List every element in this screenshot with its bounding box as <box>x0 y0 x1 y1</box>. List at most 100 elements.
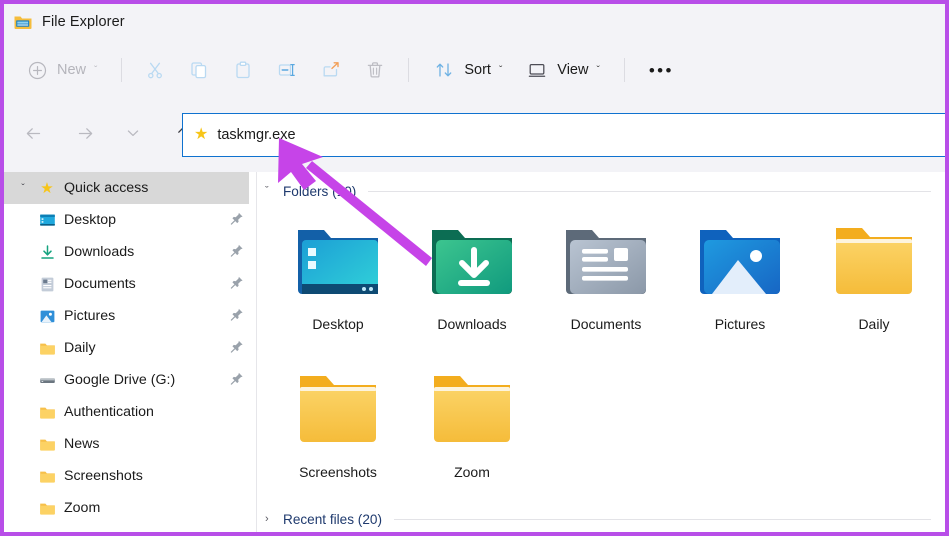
trash-icon <box>364 59 386 81</box>
scissors-icon <box>144 59 166 81</box>
yellow-folder-icon <box>424 366 520 450</box>
cut-button[interactable] <box>144 53 166 87</box>
star-icon: ★ <box>34 181 60 196</box>
sidebar-item-label: Daily <box>64 340 96 356</box>
folder-item-label: Downloads <box>437 316 506 332</box>
folder-grid: Desktop Downloads DocumentsPictures Daily Sc… <box>257 204 945 504</box>
sidebar-item-quick-access[interactable]: ˇ ★ Quick access <box>4 172 249 204</box>
folder-icon <box>34 404 60 421</box>
folder-item[interactable]: Daily <box>807 208 941 356</box>
chevron-down-icon: ˇ <box>94 65 97 76</box>
view-button-label: View <box>557 62 588 78</box>
desktop-folder-icon <box>34 212 60 229</box>
copy-icon <box>188 59 210 81</box>
sidebar-item-label: Desktop <box>64 212 116 228</box>
sidebar-item-label: Pictures <box>64 308 115 324</box>
toolbar-separator-1 <box>121 58 122 82</box>
pushpin-icon[interactable] <box>230 308 244 325</box>
pushpin-icon[interactable] <box>230 244 244 261</box>
rename-button[interactable] <box>276 53 298 87</box>
folder-icon <box>34 436 60 453</box>
sidebar-item-news[interactable]: News <box>4 428 256 460</box>
pushpin-icon[interactable] <box>230 340 244 357</box>
recent-files-group-label: Recent files (20) <box>283 512 382 527</box>
sidebar-item-daily[interactable]: Daily <box>4 332 256 364</box>
copy-button[interactable] <box>188 53 210 87</box>
sort-button-label: Sort <box>464 62 491 78</box>
address-bar[interactable]: ★ taskmgr.exe <box>182 113 945 157</box>
delete-button[interactable] <box>364 53 386 87</box>
desktop-folder-icon <box>290 218 386 302</box>
navigation-pane: ˇ ★ Quick access Desktop Downloads Documen… <box>4 172 256 532</box>
folder-item[interactable]: Zoom <box>405 356 539 504</box>
folder-item[interactable]: Downloads <box>405 208 539 356</box>
sidebar-item-zoom[interactable]: Zoom <box>4 492 256 524</box>
pictures-folder-icon <box>692 218 788 302</box>
title-bar: File Explorer <box>4 4 945 40</box>
download-arrow-icon <box>34 244 60 261</box>
monitor-icon <box>526 59 548 81</box>
paste-icon <box>232 59 254 81</box>
sidebar-item-label: News <box>64 436 99 452</box>
new-button[interactable]: New ˇ <box>26 53 97 87</box>
chevron-down-icon: ˇ <box>265 185 281 197</box>
sidebar-item-label: Quick access <box>64 180 148 196</box>
sidebar-item-authentication[interactable]: Authentication <box>4 396 256 428</box>
folder-item[interactable]: Screenshots <box>271 356 405 504</box>
forward-button[interactable] <box>68 116 102 150</box>
paste-button[interactable] <box>232 53 254 87</box>
folders-group-header[interactable]: ˇ Folders (10) <box>257 178 945 204</box>
back-button[interactable] <box>16 116 50 150</box>
pushpin-icon[interactable] <box>230 276 244 293</box>
sidebar-item-label: Documents <box>64 276 136 292</box>
plus-circle-icon <box>26 59 48 81</box>
folder-item-label: Zoom <box>454 464 490 480</box>
sidebar-item-label: Zoom <box>64 500 100 516</box>
rename-icon <box>276 59 298 81</box>
content-pane: ˇ Folders (10) Desktop Downloads Documents… <box>257 172 945 532</box>
documents-icon <box>34 276 60 293</box>
share-button[interactable] <box>320 53 342 87</box>
toolbar-separator-2 <box>408 58 409 82</box>
chevron-down-icon: ˇ <box>596 65 599 76</box>
pushpin-icon[interactable] <box>230 212 244 229</box>
chevron-down-icon: ˇ <box>499 65 502 76</box>
screenshot-frame: File Explorer New ˇ <box>0 0 949 536</box>
downloads-folder-icon <box>424 218 520 302</box>
recent-files-group-header[interactable]: › Recent files (20) <box>257 506 945 532</box>
folder-icon <box>34 340 60 357</box>
sidebar-item-screenshots[interactable]: Screenshots <box>4 460 256 492</box>
folder-item-label: Desktop <box>312 316 363 332</box>
sidebar-item-label: Google Drive (G:) <box>64 372 175 388</box>
folder-icon <box>13 12 33 32</box>
recent-locations-button[interactable] <box>116 116 150 150</box>
folder-item[interactable]: Pictures <box>673 208 807 356</box>
share-icon <box>320 59 342 81</box>
sidebar-item-documents[interactable]: Documents <box>4 268 256 300</box>
command-bar: New ˇ <box>4 40 945 100</box>
folder-item[interactable]: Desktop <box>271 208 405 356</box>
group-divider-line <box>368 191 931 192</box>
folder-item-label: Screenshots <box>299 464 377 480</box>
star-icon: ★ <box>194 127 208 143</box>
sort-arrows-icon <box>433 59 455 81</box>
address-bar-value: taskmgr.exe <box>217 127 295 143</box>
file-explorer-window: File Explorer New ˇ <box>4 4 945 532</box>
folder-item-label: Daily <box>858 316 889 332</box>
chevron-right-icon: › <box>265 513 281 525</box>
group-divider-line <box>394 519 931 520</box>
sidebar-item-google-drive-g[interactable]: Google Drive (G:) <box>4 364 256 396</box>
sidebar-item-desktop[interactable]: Desktop <box>4 204 256 236</box>
documents-folder-icon <box>558 218 654 302</box>
view-button[interactable]: View ˇ <box>526 53 600 87</box>
yellow-folder-icon <box>826 218 922 302</box>
drive-icon <box>34 372 60 389</box>
sort-button[interactable]: Sort ˇ <box>433 53 502 87</box>
sidebar-item-pictures[interactable]: Pictures <box>4 300 256 332</box>
sidebar-item-downloads[interactable]: Downloads <box>4 236 256 268</box>
pushpin-icon[interactable] <box>230 372 244 389</box>
more-options-button[interactable]: ••• <box>649 53 674 87</box>
pictures-icon <box>34 308 60 325</box>
folder-item[interactable]: Documents <box>539 208 673 356</box>
folders-group-label: Folders (10) <box>283 184 356 199</box>
